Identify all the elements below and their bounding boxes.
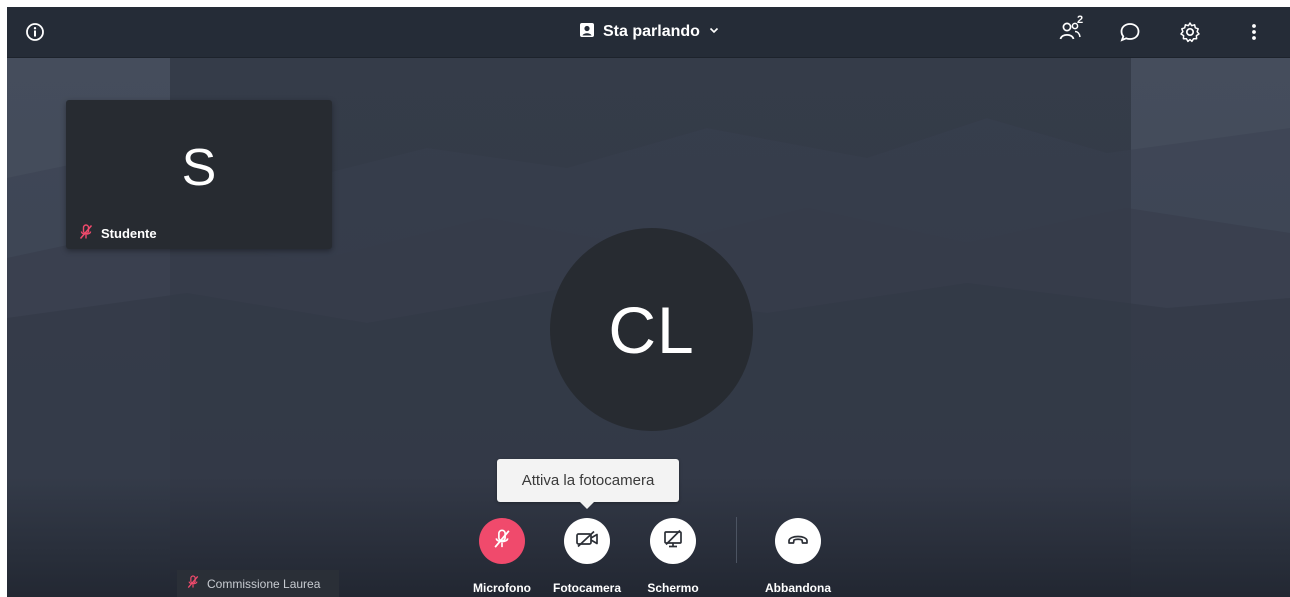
- microphone-button[interactable]: [479, 518, 525, 564]
- tooltip-arrow: [580, 502, 594, 509]
- meeting-window: Sta parlando 2 S Studente CL Attiva la f…: [7, 7, 1290, 597]
- camera-tooltip: Attiva la fotocamera: [497, 459, 679, 502]
- top-toolbar: Sta parlando 2: [7, 7, 1290, 58]
- microphone-label: Microfono: [473, 581, 531, 595]
- thumbnail-name: Studente: [101, 226, 157, 241]
- vertical-ellipsis-icon[interactable]: [1242, 20, 1266, 44]
- participants-button[interactable]: 2: [1058, 14, 1083, 44]
- camera-off-icon: [575, 530, 599, 553]
- speaker-avatar: CL: [550, 228, 753, 431]
- camera-label: Fotocamera: [552, 581, 622, 595]
- mic-off-icon: [79, 224, 93, 243]
- camera-button[interactable]: [564, 518, 610, 564]
- thumbnail-initial: S: [181, 139, 217, 197]
- leave-button[interactable]: [775, 518, 821, 564]
- screen-share-label: Schermo: [647, 581, 699, 595]
- speaker-view-icon: [579, 22, 595, 43]
- layout-switch-button[interactable]: Sta parlando: [579, 17, 720, 47]
- participant-thumbnail[interactable]: S Studente: [66, 100, 332, 249]
- controls-divider: [736, 517, 737, 563]
- chat-bubble-icon[interactable]: [1118, 20, 1142, 44]
- hang-up-icon: [787, 532, 809, 550]
- mic-off-icon: [187, 575, 199, 592]
- screen-share-off-icon: [663, 529, 683, 554]
- screen-share-button[interactable]: [650, 518, 696, 564]
- local-participant-label: Commissione Laurea: [177, 570, 339, 597]
- leave-label: Abbandona: [765, 581, 831, 595]
- thumbnail-name-label: Studente: [79, 224, 157, 243]
- local-participant-name: Commissione Laurea: [207, 576, 321, 591]
- layout-label: Sta parlando: [603, 23, 700, 40]
- gear-icon[interactable]: [1178, 20, 1202, 44]
- chevron-down-icon: [708, 23, 720, 41]
- mic-off-icon: [493, 528, 511, 554]
- participants-count-badge: 2: [1077, 14, 1084, 26]
- info-circle-icon[interactable]: [23, 20, 47, 44]
